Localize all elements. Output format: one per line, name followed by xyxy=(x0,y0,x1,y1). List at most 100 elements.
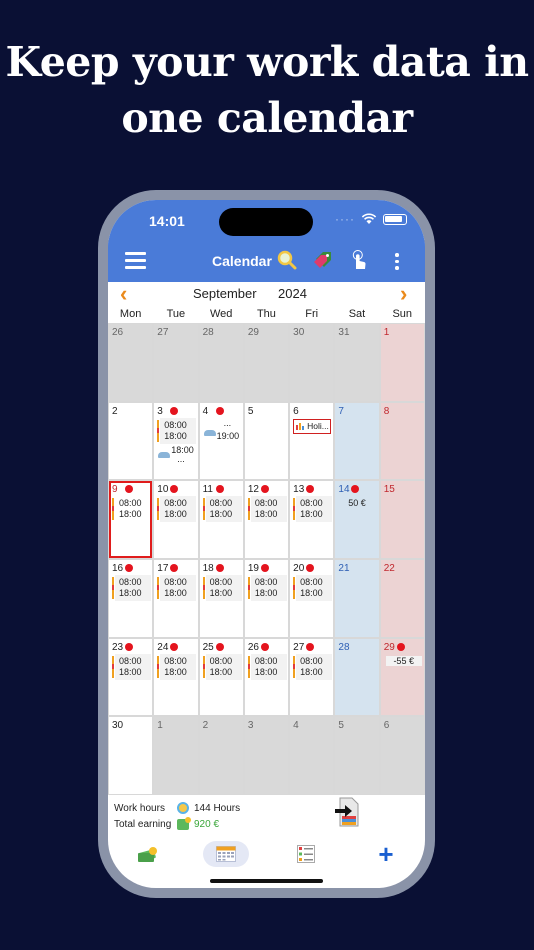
tab-calendar[interactable] xyxy=(203,841,249,867)
day-number: 25 xyxy=(202,641,214,653)
shift-entry[interactable]: 08:00 18:00 xyxy=(156,417,197,444)
next-month-button[interactable]: › xyxy=(400,283,407,305)
wifi-icon xyxy=(361,213,377,224)
event-dot xyxy=(215,485,224,494)
day-cell[interactable]: 27 08:00 18:00 xyxy=(290,638,334,716)
day-cell[interactable]: 29 xyxy=(244,324,289,401)
day-cell[interactable]: 18 08:00 18:00 xyxy=(199,559,243,637)
month-label: September xyxy=(193,286,257,301)
day-cell[interactable]: 2 xyxy=(109,402,153,480)
day-cell[interactable]: 23 08:00 18:00 xyxy=(109,638,153,716)
day-cell[interactable]: 14 50 € xyxy=(335,481,379,558)
day-cell[interactable]: 24 08:00 18:00 xyxy=(154,638,198,716)
day-number: 19 xyxy=(247,562,259,574)
day-cell[interactable]: 28 xyxy=(335,638,379,716)
day-cell[interactable]: 19 08:00 18:00 xyxy=(244,559,289,637)
shift-end: 18:00 xyxy=(300,666,323,677)
day-number: 1 xyxy=(157,720,163,732)
total-earning-label: Total earning xyxy=(114,819,172,830)
clock-icon xyxy=(177,802,189,814)
day-cell[interactable]: 2 xyxy=(199,717,243,794)
day-cell[interactable]: 26 08:00 18:00 xyxy=(244,638,289,716)
day-cell[interactable]: 1 xyxy=(154,717,198,794)
day-cell[interactable]: 5 xyxy=(335,717,379,794)
more-options-icon[interactable] xyxy=(395,253,399,273)
day-cell[interactable]: 29 -55 € xyxy=(380,638,424,716)
tab-bar: + xyxy=(108,838,425,874)
shift-end: 18:00 xyxy=(119,587,142,598)
shift-entry[interactable]: 08:00 18:00 xyxy=(202,653,242,680)
shift-end: 18:00 xyxy=(254,509,278,520)
shift-entry[interactable]: 08:00 18:00 xyxy=(292,653,333,680)
day-cell[interactable]: 7 xyxy=(335,402,379,480)
weekday-wed: Wed xyxy=(209,308,233,320)
plus-icon: + xyxy=(378,839,394,869)
shift-entry[interactable]: 08:00 18:00 xyxy=(111,574,151,601)
day-cell[interactable]: 17 08:00 18:00 xyxy=(154,559,198,637)
day-cell[interactable]: 25 08:00 18:00 xyxy=(199,638,243,716)
day-cell[interactable]: 11 08:00 18:00 xyxy=(199,481,243,558)
shift-end: 18:00 xyxy=(254,587,278,598)
day-number: 9 xyxy=(112,484,118,496)
shoe-icon xyxy=(203,429,216,436)
menu-button[interactable] xyxy=(125,252,146,269)
shift-entry[interactable]: 08:00 18:00 xyxy=(247,496,287,523)
event-dot xyxy=(260,642,269,651)
day-cell[interactable]: 8 xyxy=(380,402,424,480)
day-number: 21 xyxy=(338,562,350,574)
shift-entry[interactable]: 08:00 18:00 xyxy=(247,574,287,601)
shift-entry[interactable]: 08:00 18:00 xyxy=(111,653,151,680)
day-cell-today[interactable]: 9 08:00 18:00 xyxy=(109,481,153,558)
shift-end: 18:00 xyxy=(254,666,278,677)
day-cell[interactable]: 3 xyxy=(244,717,289,794)
shift-entry[interactable]: 08:00 18:00 xyxy=(202,496,242,523)
day-number: 31 xyxy=(338,327,350,338)
shift-entry[interactable]: 08:00 18:00 xyxy=(247,653,287,680)
day-cell[interactable]: 22 xyxy=(380,559,424,637)
day-cell[interactable]: 12 08:00 18:00 xyxy=(244,481,289,558)
day-cell[interactable]: 4 xyxy=(290,717,334,794)
day-cell[interactable]: 21 xyxy=(335,559,379,637)
shift-entry[interactable]: 08:00 18:00 xyxy=(156,496,197,523)
day-cell[interactable]: 20 08:00 18:00 xyxy=(290,559,334,637)
shift-entry[interactable]: 08:00 18:00 xyxy=(202,574,242,601)
shift-entry[interactable]: 08:00 18:00 xyxy=(156,574,197,601)
shift-entry[interactable]: 08:00 18:00 xyxy=(111,496,151,522)
day-cell[interactable]: 6 xyxy=(380,717,424,794)
day-cell[interactable]: 30 xyxy=(109,717,153,794)
day-cell[interactable]: 31 xyxy=(335,324,379,401)
day-cell[interactable]: 28 xyxy=(199,324,243,401)
day-cell[interactable]: 26 xyxy=(109,324,153,401)
day-cell[interactable]: 16 08:00 18:00 xyxy=(109,559,153,637)
shift-start: 08:00 xyxy=(119,498,142,509)
holiday-label: Holi... xyxy=(307,420,329,431)
shift-entry[interactable]: 08:00 18:00 xyxy=(292,496,333,523)
summary-panel: Work hours 144 Hours Total earning 920 € xyxy=(108,797,425,837)
holiday-event[interactable]: Holi... xyxy=(293,418,332,434)
day-number: 23 xyxy=(112,641,124,653)
day-cell[interactable]: 5 xyxy=(244,402,289,480)
day-cell[interactable]: 6 Holi... xyxy=(290,402,334,480)
day-cell[interactable]: 3 08:00 18:00 18:00 ... xyxy=(154,402,198,480)
export-icon[interactable] xyxy=(334,797,360,827)
tab-earnings[interactable] xyxy=(124,841,170,867)
day-cell[interactable]: 13 08:00 18:00 xyxy=(290,481,334,558)
search-icon[interactable] xyxy=(276,249,298,271)
tag-icon[interactable] xyxy=(312,249,334,271)
day-cell[interactable]: 30 xyxy=(290,324,334,401)
more-indicator: ... xyxy=(177,453,185,464)
shift-end: 18:00 xyxy=(119,509,142,520)
shift-entry[interactable]: 08:00 18:00 xyxy=(156,653,197,680)
tab-list[interactable] xyxy=(283,841,329,867)
day-cell[interactable]: 15 xyxy=(380,481,424,558)
day-cell[interactable]: 10 08:00 18:00 xyxy=(154,481,198,558)
shift-entry[interactable]: 08:00 18:00 xyxy=(292,574,333,601)
day-number: 29 xyxy=(383,641,395,653)
day-cell[interactable]: 4 ... 19:00 xyxy=(199,402,243,480)
day-cell[interactable]: 1 xyxy=(380,324,424,401)
add-button[interactable]: + xyxy=(363,841,409,867)
previous-month-button[interactable]: ‹ xyxy=(120,283,127,305)
day-cell[interactable]: 27 xyxy=(154,324,198,401)
signal-icon: ···· xyxy=(335,212,355,226)
touch-icon[interactable] xyxy=(348,249,370,271)
